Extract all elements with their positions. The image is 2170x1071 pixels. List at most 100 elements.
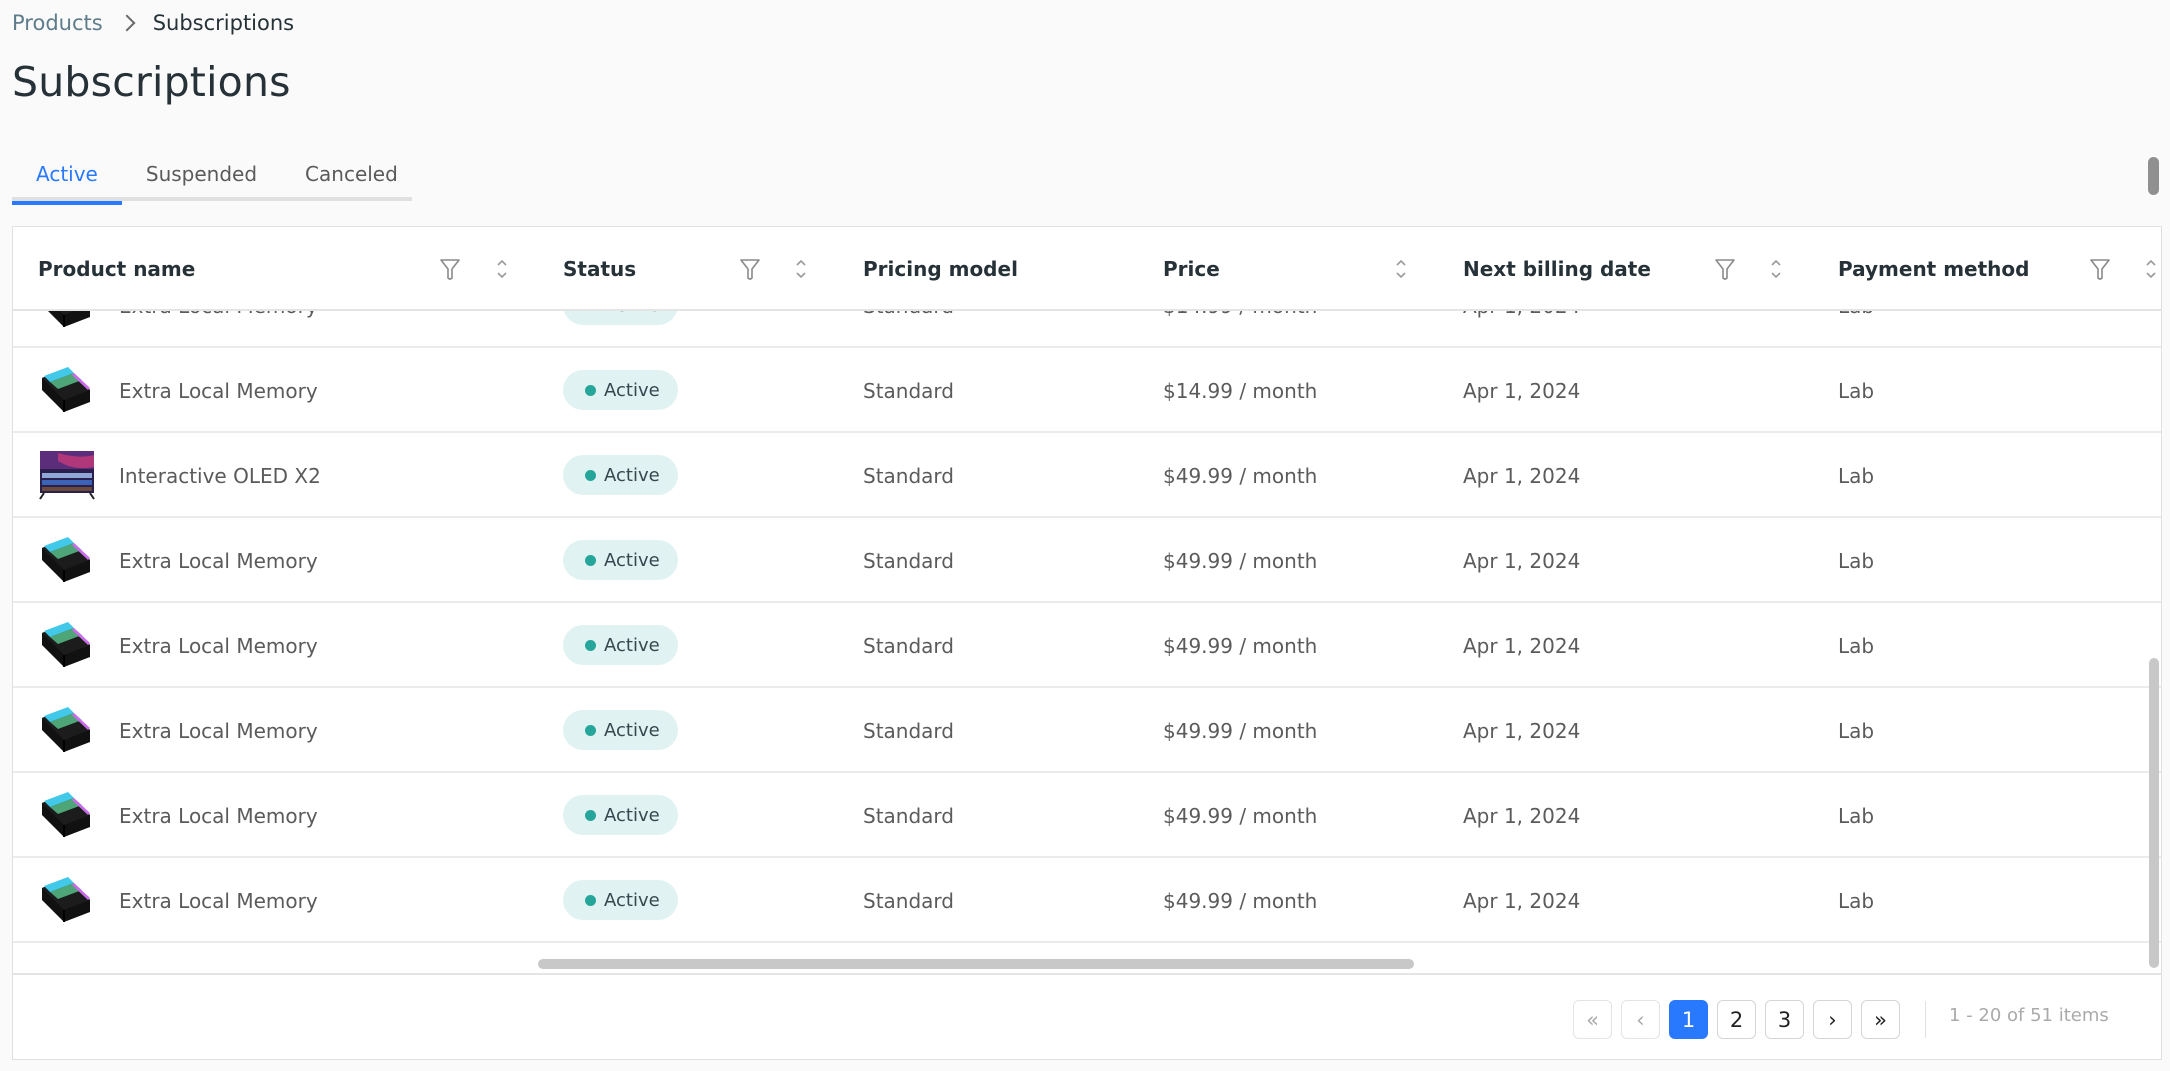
status-badge: Active: [563, 625, 678, 665]
pricing-model: Standard: [863, 311, 954, 348]
product-name[interactable]: Extra Local Memory: [119, 603, 318, 688]
pagination-bar: « ‹ 1 2 3 › » 1 - 20 of 51 items: [13, 973, 2161, 1059]
next-page-button[interactable]: ›: [1813, 1000, 1852, 1039]
pricing-model: Standard: [863, 888, 954, 913]
payment-method: Lab: [1838, 463, 1875, 488]
breadcrumb-products-link[interactable]: Products: [12, 11, 103, 35]
status-label: Active: [604, 549, 660, 571]
tab-active[interactable]: Active: [12, 152, 122, 205]
price: $14.99 / month: [1163, 378, 1318, 403]
next-billing-date: Apr 1, 2024: [1463, 633, 1581, 658]
column-header-status[interactable]: Status: [563, 227, 636, 311]
payment-method: Lab: [1838, 311, 1874, 348]
ram-module-icon: [38, 874, 96, 926]
status-label: Active: [604, 464, 660, 486]
next-billing-date: Apr 1, 2024: [1463, 803, 1581, 828]
status-dot-icon: [585, 639, 596, 651]
pricing-model: Standard: [863, 463, 954, 488]
status-badge: Active: [563, 370, 678, 410]
status-badge: Active: [563, 540, 678, 580]
pagination-summary: 1 - 20 of 51 items: [1949, 1005, 2109, 1026]
sort-icon[interactable]: [788, 255, 814, 283]
product-name[interactable]: Interactive OLED X2: [119, 433, 321, 518]
ram-module-icon: [38, 311, 96, 331]
ram-module-icon: [38, 534, 96, 586]
status-badge: Active: [563, 710, 678, 750]
table-row[interactable]: Extra Local Memory Active Standard $14.9…: [13, 348, 2161, 433]
filter-icon[interactable]: [2087, 255, 2113, 283]
page-button-2[interactable]: 2: [1717, 1000, 1756, 1039]
payment-method: Lab: [1838, 548, 1875, 573]
tab-suspended[interactable]: Suspended: [122, 152, 281, 201]
ram-module-icon: [38, 789, 96, 841]
table-row[interactable]: Extra Local Memory Active Standard $49.9…: [13, 603, 2161, 688]
pricing-model: Standard: [863, 548, 954, 573]
status-label: Active: [604, 804, 660, 826]
product-name[interactable]: Extra Local Memory: [119, 518, 318, 603]
price: $14.99 / month: [1163, 311, 1317, 348]
breadcrumb: Products Subscriptions: [12, 8, 294, 38]
product-name[interactable]: Extra Local Memory: [119, 688, 318, 773]
column-header-next-billing-date[interactable]: Next billing date: [1463, 227, 1651, 311]
column-header-price[interactable]: Price: [1163, 227, 1220, 311]
table-row[interactable]: Extra Local Memory Active Standard $49.9…: [13, 858, 2161, 943]
next-billing-date: Apr 1, 2024: [1463, 311, 1580, 348]
sort-icon[interactable]: [2138, 255, 2162, 283]
product-name[interactable]: Extra Local Memory: [119, 858, 318, 943]
ram-module-icon: [38, 619, 96, 671]
status-badge: Active: [563, 455, 678, 495]
status-dot-icon: [585, 894, 596, 906]
payment-method: Lab: [1838, 378, 1875, 403]
horizontal-scrollbar[interactable]: [538, 959, 1414, 969]
product-name[interactable]: Extra Local Memory: [119, 348, 318, 433]
table-row[interactable]: Extra Local Memory Active Standard $49.9…: [13, 773, 2161, 858]
table-body: Extra Local Memory Active Standard $14.9…: [13, 311, 2161, 975]
column-header-pricing-model: Pricing model: [863, 257, 1018, 281]
previous-page-button[interactable]: ‹: [1621, 1000, 1660, 1039]
status-label: Active: [604, 719, 660, 741]
status-badge: Active: [563, 880, 678, 920]
price: $49.99 / month: [1163, 463, 1318, 488]
page-scrollbar[interactable]: [2148, 157, 2159, 195]
ram-module-icon: [38, 704, 96, 756]
payment-method: Lab: [1838, 718, 1875, 743]
next-billing-date: Apr 1, 2024: [1463, 718, 1581, 743]
product-name[interactable]: Extra Local Memory: [119, 773, 318, 858]
pricing-model: Standard: [863, 633, 954, 658]
product-name[interactable]: Extra Local Memory: [119, 311, 318, 348]
table-row[interactable]: Interactive OLED X2 Active Standard $49.…: [13, 433, 2161, 518]
table-row[interactable]: Extra Local Memory Active Standard $49.9…: [13, 688, 2161, 773]
price: $49.99 / month: [1163, 548, 1318, 573]
status-dot-icon: [585, 724, 596, 736]
sort-icon[interactable]: [1388, 255, 1414, 283]
price: $49.99 / month: [1163, 633, 1318, 658]
page-button-1[interactable]: 1: [1669, 1000, 1708, 1039]
price: $49.99 / month: [1163, 888, 1318, 913]
filter-icon[interactable]: [737, 255, 763, 283]
table-row[interactable]: Extra Local Memory Active Standard $14.9…: [13, 311, 2161, 348]
status-dot-icon: [585, 809, 596, 821]
column-header-payment-method[interactable]: Payment method: [1838, 227, 2029, 311]
payment-method: Lab: [1838, 888, 1875, 913]
pricing-model: Standard: [863, 378, 954, 403]
page-button-3[interactable]: 3: [1765, 1000, 1804, 1039]
sort-icon[interactable]: [1763, 255, 1789, 283]
last-page-button[interactable]: »: [1861, 1000, 1900, 1039]
table-vertical-scrollbar[interactable]: [2149, 658, 2159, 968]
status-tabs: Active Suspended Canceled: [12, 152, 412, 205]
sort-icon[interactable]: [489, 255, 515, 283]
tv-icon: [38, 449, 96, 501]
next-billing-date: Apr 1, 2024: [1463, 463, 1581, 488]
first-page-button[interactable]: «: [1573, 1000, 1612, 1039]
column-header-product-name[interactable]: Product name: [38, 227, 195, 311]
breadcrumb-current: Subscriptions: [152, 11, 295, 35]
price: $49.99 / month: [1163, 718, 1318, 743]
next-billing-date: Apr 1, 2024: [1463, 378, 1581, 403]
filter-icon[interactable]: [1712, 255, 1738, 283]
table-row[interactable]: Extra Local Memory Active Standard $49.9…: [13, 518, 2161, 603]
pricing-model: Standard: [863, 718, 954, 743]
status-label: Active: [604, 634, 660, 656]
filter-icon[interactable]: [437, 255, 463, 283]
table-header: Product name Status Pricing model Price …: [13, 227, 2162, 311]
tab-canceled[interactable]: Canceled: [281, 152, 422, 201]
